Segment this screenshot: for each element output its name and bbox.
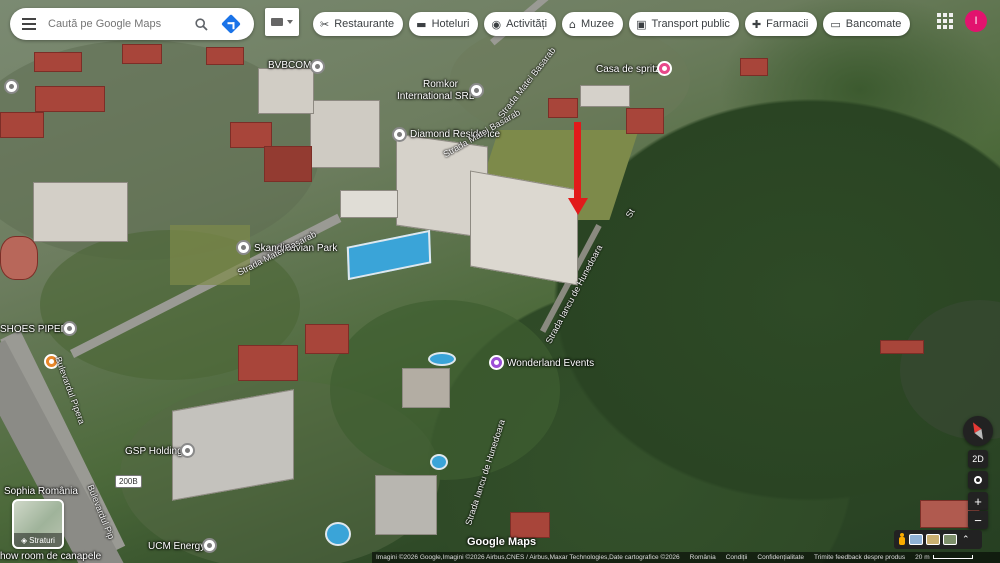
place-pin-gsp-holding[interactable] [180, 443, 195, 458]
scale-indicator[interactable]: 20 m [915, 554, 973, 561]
place-label-bvbcom[interactable]: BVBCOM [268, 60, 311, 71]
chip-public-transport[interactable]: ▣ Transport public [629, 12, 739, 36]
place-pin-bvbcom[interactable] [310, 59, 325, 74]
chip-activities[interactable]: ◉ Activități [484, 12, 557, 36]
chevron-down-icon [287, 20, 293, 24]
location-target-icon [974, 476, 982, 484]
satellite-map[interactable] [0, 0, 1000, 563]
place-label-canapele[interactable]: how room de canapele [0, 551, 101, 562]
hotel-icon: ▬ [416, 17, 427, 31]
place-pin-wonderland-events[interactable] [489, 355, 504, 370]
chip-pharmacies[interactable]: ✚ Farmacii [744, 12, 818, 36]
footer-link-privacy[interactable]: Confidențialitate [757, 554, 804, 561]
imagery-attribution: Imagini ©2026 Google,Imagini ©2026 Airbu… [376, 554, 680, 561]
place-pin-shoes-pipera[interactable] [62, 321, 77, 336]
annotation-arrow-shaft [574, 122, 581, 200]
place-pin-ucm-energy[interactable] [202, 538, 217, 553]
directions-icon [221, 14, 241, 34]
chip-hotels[interactable]: ▬ Hoteluri [409, 12, 479, 36]
place-pin-casa-de-spritz[interactable] [657, 61, 672, 76]
zoom-out-button[interactable]: − [968, 511, 988, 529]
place-pin-skandinavian-park[interactable] [236, 240, 251, 255]
scale-label: 20 m [915, 554, 930, 561]
place-label-romkor-line2[interactable]: International SRL [397, 91, 474, 102]
pharmacy-icon: ✚ [751, 17, 762, 31]
place-pin-romkor[interactable] [469, 83, 484, 98]
chip-atms[interactable]: ▭ Bancomate [823, 12, 911, 36]
footer-link-terms[interactable]: Condiții [726, 554, 748, 561]
chip-museums[interactable]: ⌂ Muzee [562, 12, 624, 36]
compass-needle-south [974, 429, 987, 442]
place-label-ucm-energy[interactable]: UCM Energy [148, 541, 205, 552]
layers-label: Straturi [29, 535, 55, 545]
directions-button[interactable] [216, 8, 246, 40]
pegman-icon[interactable] [898, 533, 906, 546]
layers-icon: ◈ [21, 535, 28, 545]
street-view-bar[interactable]: ⌃ [894, 530, 982, 549]
layers-label-row: ◈ Straturi [14, 533, 62, 547]
restaurant-icon: ✂ [320, 17, 330, 31]
zoom-in-button[interactable]: + [968, 492, 988, 510]
search-button[interactable] [186, 8, 216, 40]
place-label-gsp-holding[interactable]: GSP Holding [125, 446, 183, 457]
chip-label: Farmacii [766, 18, 809, 30]
category-chips: ✂ Restaurante ▬ Hoteluri ◉ Activități ⌂ … [313, 12, 911, 36]
my-location-button[interactable] [968, 471, 988, 489]
imagery-thumb[interactable] [909, 534, 923, 545]
hamburger-icon [22, 18, 36, 30]
museum-icon: ⌂ [569, 17, 577, 31]
chip-label: Transport public [651, 18, 730, 30]
imagery-thumb[interactable] [943, 534, 957, 545]
camera-icon: ◉ [491, 17, 502, 31]
chip-label: Hoteluri [431, 18, 470, 30]
keyboard-icon [271, 18, 283, 26]
place-label-casa-de-spritz[interactable]: Casa de spritz [596, 64, 660, 75]
place-pin[interactable] [4, 79, 19, 94]
google-apps-button[interactable] [937, 13, 953, 29]
annotation-arrow-head [568, 198, 588, 215]
layers-button[interactable]: ◈ Straturi [12, 499, 64, 549]
place-pin-diamond-residence[interactable] [392, 127, 407, 142]
scale-bar [932, 555, 973, 560]
chip-label: Activități [506, 18, 548, 30]
compass-button[interactable] [963, 416, 993, 446]
place-label-sophia-romania[interactable]: Sophia România [4, 486, 78, 497]
chip-label: Restaurante [334, 18, 395, 30]
search-input[interactable] [48, 18, 186, 30]
toggle-2d-button[interactable]: 2D [968, 450, 988, 468]
search-icon [194, 17, 208, 31]
footer-link-feedback[interactable]: Trimite feedback despre produs [814, 554, 905, 561]
place-label-romkor-line1[interactable]: Romkor [423, 79, 458, 90]
chip-label: Muzee [581, 18, 615, 30]
account-avatar[interactable]: I [965, 10, 987, 32]
menu-button[interactable] [10, 8, 48, 40]
expand-icon[interactable]: ⌃ [962, 535, 970, 545]
search-box [10, 8, 254, 40]
imagery-thumb[interactable] [926, 534, 940, 545]
footer-link-country[interactable]: România [690, 554, 716, 561]
transit-icon: ▣ [636, 17, 647, 31]
chip-label: Bancomate [845, 18, 902, 30]
atm-icon: ▭ [830, 17, 841, 31]
input-tools-button[interactable] [265, 8, 299, 36]
chip-restaurants[interactable]: ✂ Restaurante [313, 12, 404, 36]
road-number-badge: 200B [115, 475, 142, 488]
place-label-wonderland-events[interactable]: Wonderland Events [507, 358, 594, 369]
map-footer: Imagini ©2026 Google,Imagini ©2026 Airbu… [372, 552, 1000, 563]
google-maps-logo: Google Maps [467, 536, 537, 548]
